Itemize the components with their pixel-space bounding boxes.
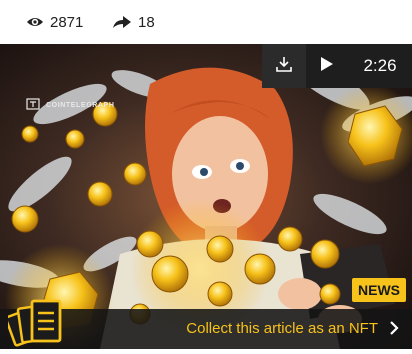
eye-icon (26, 15, 44, 29)
shares-count: 18 (138, 13, 155, 31)
cointelegraph-logo-icon (26, 98, 40, 112)
top-stats-bar: 2871 18 (0, 0, 412, 44)
chevron-right-icon (388, 318, 400, 343)
collect-nft-label: Collect this article as an NFT (186, 320, 378, 337)
video-controls: 2:26 (262, 44, 412, 88)
play-icon (320, 56, 334, 77)
download-button[interactable] (262, 44, 306, 88)
views-count: 2871 (50, 13, 84, 31)
views-stat: 2871 (26, 10, 83, 34)
shares-stat: 18 (112, 10, 155, 34)
brand-watermark: COINTELEGRAPH (26, 98, 114, 112)
play-button[interactable] (306, 44, 348, 88)
video-duration: 2:26 (348, 44, 412, 88)
nft-cards-icon (4, 291, 66, 354)
share-arrow-icon (112, 15, 132, 29)
news-badge: NEWS (352, 278, 406, 302)
download-icon (275, 55, 293, 78)
brand-name: COINTELEGRAPH (46, 101, 115, 109)
